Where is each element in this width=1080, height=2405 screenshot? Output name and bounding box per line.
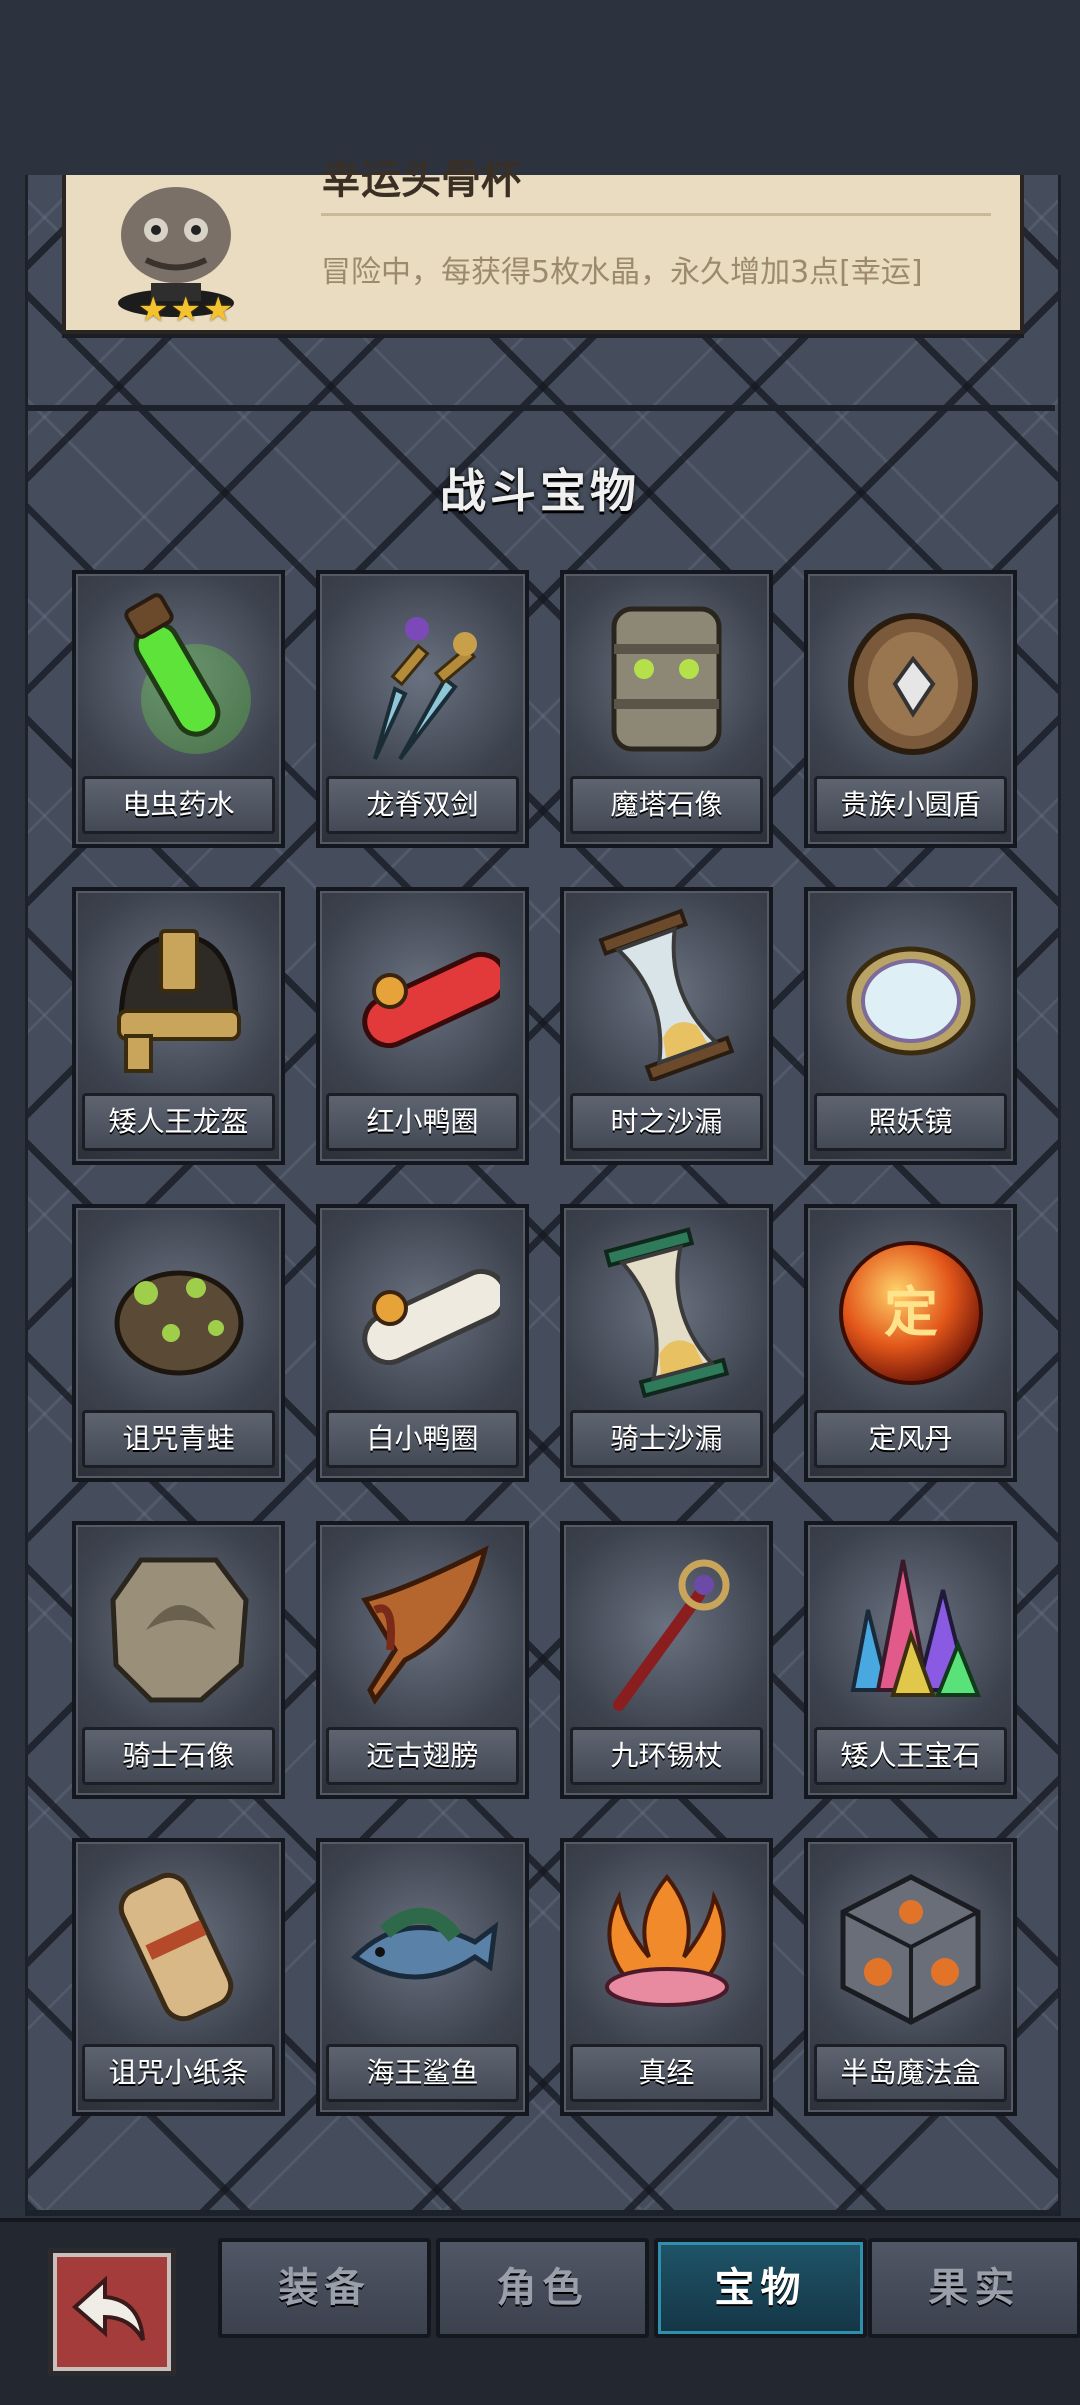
dwarf-helmet-icon (117, 929, 241, 1073)
scroll-icon (118, 1872, 234, 2022)
treasure-label: 时之沙漏 (570, 1093, 763, 1151)
treasure-tile[interactable]: 九环锡杖 (560, 1521, 773, 1799)
treasure-tile[interactable]: 矮人王龙盔 (72, 887, 285, 1165)
tab-character[interactable]: 角色 (436, 2238, 649, 2338)
stone-tablet-icon (110, 1557, 249, 1703)
ancient-wing-icon (361, 1545, 489, 1705)
treasure-tile[interactable]: 真经 (560, 1838, 773, 2116)
white-duck-ring-icon (362, 1268, 500, 1366)
treasure-label: 定风丹 (814, 1410, 1007, 1468)
treasure-label: 矮人王宝石 (814, 1727, 1007, 1785)
treasure-description: 冒险中，每获得5枚水晶，永久增加3点[幸运] (321, 255, 923, 290)
treasure-tile[interactable]: 骑士石像 (72, 1521, 285, 1799)
section-title: 战斗宝物 (440, 464, 640, 518)
wind-orb-icon: 定 (839, 1241, 983, 1385)
treasure-label: 诅咒青蛙 (82, 1410, 275, 1468)
treasure-tile[interactable]: 半岛魔法盒 (804, 1838, 1017, 2116)
tab-equipment[interactable]: 装备 (218, 2238, 431, 2338)
knight-hourglass-icon (603, 1227, 730, 1398)
staff-icon (613, 1559, 730, 1711)
treasure-label: 骑士沙漏 (570, 1410, 763, 1468)
treasure-label: 矮人王龙盔 (82, 1093, 275, 1151)
treasure-tile[interactable]: 诅咒小纸条 (72, 1838, 285, 2116)
green-potion-icon (124, 593, 251, 754)
magic-mirror-icon (846, 946, 976, 1056)
round-shield-icon (848, 613, 978, 755)
section-divider (25, 405, 1055, 411)
treasure-tile[interactable]: 骑士沙漏 (560, 1204, 773, 1482)
treasure-label: 远古翅膀 (326, 1727, 519, 1785)
shark-icon (351, 1907, 499, 1980)
treasure-tile[interactable]: 诅咒青蛙 (72, 1204, 285, 1482)
treasure-name: 幸运头骨杯 (321, 157, 521, 203)
treasure-label: 贵族小圆盾 (814, 776, 1007, 834)
stone-totem-icon (611, 606, 722, 752)
treasure-tile[interactable]: 远古翅膀 (316, 1521, 529, 1799)
treasure-tile[interactable]: 白小鸭圈 (316, 1204, 529, 1482)
treasure-tile[interactable]: 矮人王宝石 (804, 1521, 1017, 1799)
star-rating: ★★★ (138, 290, 236, 330)
treasure-label: 龙脊双剑 (326, 776, 519, 834)
treasure-label: 魔塔石像 (570, 776, 763, 834)
treasure-detail-card: ★★★ 幸运头骨杯 冒险中，每获得5枚水晶，永久增加3点[幸运] (62, 157, 1024, 334)
treasure-label: 照妖镜 (814, 1093, 1007, 1151)
treasure-label: 诅咒小纸条 (82, 2044, 275, 2102)
card-divider (321, 213, 991, 216)
treasure-label: 九环锡杖 (570, 1727, 763, 1785)
treasure-label: 真经 (570, 2044, 763, 2102)
treasure-tile[interactable]: 定 定风丹 (804, 1204, 1017, 1482)
treasure-tile[interactable]: 照妖镜 (804, 887, 1017, 1165)
crystal-cluster-icon (850, 1559, 981, 1697)
treasure-label: 骑士石像 (82, 1727, 275, 1785)
hourglass-icon (598, 908, 735, 1081)
treasure-label: 海王鲨鱼 (326, 2044, 519, 2102)
treasure-tile[interactable]: 时之沙漏 (560, 887, 773, 1165)
treasure-label: 电虫药水 (82, 776, 275, 834)
treasure-tile[interactable]: 电虫药水 (72, 570, 285, 848)
treasure-tile[interactable]: 龙脊双剑 (316, 570, 529, 848)
lotus-flame-icon (605, 1873, 729, 2007)
treasure-label: 红小鸭圈 (326, 1093, 519, 1151)
tab-treasure[interactable]: 宝物 (654, 2238, 867, 2338)
back-button[interactable] (48, 2248, 176, 2376)
treasure-tile[interactable]: 海王鲨鱼 (316, 1838, 529, 2116)
treasure-label: 半岛魔法盒 (814, 2044, 1007, 2102)
red-duck-ring-icon (362, 951, 500, 1049)
top-bar (0, 0, 1080, 175)
tab-fruit[interactable]: 果实 (868, 2238, 1080, 2338)
back-arrow-icon (71, 2275, 145, 2342)
twin-swords-icon (373, 617, 477, 761)
treasure-tile[interactable]: 红小鸭圈 (316, 887, 529, 1165)
treasure-tile[interactable]: 魔塔石像 (560, 570, 773, 848)
treasure-tile[interactable]: 贵族小圆盾 (804, 570, 1017, 848)
treasure-label: 白小鸭圈 (326, 1410, 519, 1468)
magic-box-icon (840, 1874, 981, 2025)
cursed-frog-icon (114, 1270, 244, 1376)
orb-glyph: 定 (884, 1281, 938, 1344)
